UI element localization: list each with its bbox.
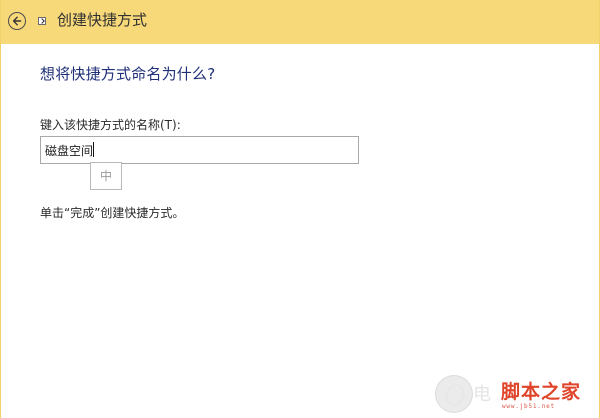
ime-mode-indicator[interactable]: 中 bbox=[90, 162, 122, 190]
watermark-gray-text: 电 bbox=[473, 384, 491, 405]
shortcut-icon bbox=[38, 17, 46, 25]
text-caret bbox=[93, 142, 94, 157]
titlebar: 创建快捷方式 bbox=[1, 0, 599, 44]
watermark-url: www.jb51.net bbox=[502, 403, 555, 410]
window-title: 创建快捷方式 bbox=[57, 11, 148, 29]
shortcut-name-label: 键入该快捷方式的名称(T): bbox=[40, 118, 181, 132]
back-button[interactable] bbox=[8, 12, 26, 30]
watermark-logo-icon bbox=[435, 375, 473, 413]
finish-hint: 单击“完成”创建快捷方式。 bbox=[40, 206, 185, 220]
shortcut-name-input[interactable] bbox=[40, 136, 359, 164]
back-arrow-icon bbox=[12, 16, 22, 26]
create-shortcut-window: 创建快捷方式 想将快捷方式命名为什么? 键入该快捷方式的名称(T): 中 单击“… bbox=[0, 0, 600, 418]
watermark: 电 脚本之家 www.jb51.net bbox=[435, 372, 595, 416]
page-heading: 想将快捷方式命名为什么? bbox=[40, 65, 216, 83]
watermark-brand-text: 脚本之家 bbox=[501, 381, 582, 403]
